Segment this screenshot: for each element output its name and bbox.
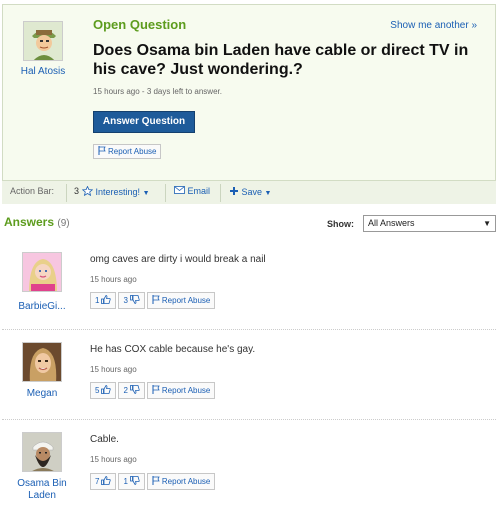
email-label: Email: [187, 186, 211, 196]
answer-time: 15 hours ago: [90, 455, 137, 464]
answer-author[interactable]: BarbieGi...: [8, 301, 76, 313]
question-meta: 15 hours ago - 3 days left to answer.: [93, 87, 222, 96]
answer-text: He has COX cable because he's gay.: [90, 344, 256, 355]
avatar-icon: [23, 433, 61, 471]
answer-item: Megan He has COX cable because he's gay.…: [2, 330, 496, 420]
vote-bar: 7 1 Report Abuse: [90, 473, 217, 490]
report-abuse-label: Report Abuse: [161, 386, 211, 395]
star-icon: [81, 185, 94, 197]
question-panel: Hal Atosis Open Question Show me another…: [2, 4, 496, 204]
flag-icon: [152, 476, 160, 485]
thumbs-down-button[interactable]: 1: [118, 473, 145, 490]
chevron-down-icon: ▼: [264, 190, 272, 197]
thumbs-down-count: 3: [123, 296, 128, 305]
avatar-icon: [23, 253, 61, 291]
save-button[interactable]: Save ▼: [229, 186, 271, 197]
answer-author[interactable]: Osama Bin Laden: [8, 478, 76, 502]
answer-author[interactable]: Megan: [8, 388, 76, 400]
email-button[interactable]: Email: [174, 186, 210, 196]
envelope-icon: [174, 186, 185, 194]
answer-time: 15 hours ago: [90, 275, 137, 284]
thumbs-down-count: 1: [123, 477, 128, 486]
divider: [66, 184, 67, 202]
show-filter-label: Show:: [327, 219, 354, 229]
flag-icon: [152, 295, 160, 304]
interesting-label: Interesting!: [95, 187, 141, 197]
report-abuse-label: Report Abuse: [108, 147, 157, 156]
thumbs-up-button[interactable]: 1: [90, 292, 117, 309]
show-filter-value: All Answers: [368, 218, 415, 228]
answer-question-button[interactable]: Answer Question: [93, 111, 195, 133]
thumbs-down-icon: [130, 295, 140, 304]
interesting-button[interactable]: Interesting! ▼: [81, 185, 150, 197]
thumbs-up-count: 5: [95, 386, 100, 395]
report-abuse-button[interactable]: Report Abuse: [146, 382, 216, 399]
thumbs-down-button[interactable]: 3: [118, 292, 145, 309]
action-bar: Action Bar: 3 Interesting! ▼ Email Save …: [2, 180, 496, 204]
answers-count: (9): [57, 218, 70, 229]
avatar-icon: [23, 343, 61, 381]
divider: [220, 184, 221, 202]
report-abuse-label: Report Abuse: [161, 296, 211, 305]
vote-bar: 5 2 Report Abuse: [90, 382, 217, 399]
asker-avatar[interactable]: [23, 21, 63, 61]
show-filter-select[interactable]: All Answers ▼: [363, 215, 496, 232]
answer-item: Osama Bin Laden Cable. 15 hours ago 7 1 …: [2, 420, 496, 512]
question-status-label: Open Question: [93, 17, 187, 32]
question-title: Does Osama bin Laden have cable or direc…: [93, 42, 469, 78]
report-abuse-button[interactable]: Report Abuse: [93, 144, 162, 159]
save-label: Save: [241, 187, 263, 197]
answer-text: Cable.: [90, 434, 119, 445]
show-another-link[interactable]: Show me another »: [390, 20, 477, 31]
answer-avatar[interactable]: [22, 342, 62, 382]
action-bar-label: Action Bar:: [10, 186, 55, 196]
thumbs-up-icon: [101, 295, 112, 304]
answer-item: BarbieGi... omg caves are dirty i would …: [2, 240, 496, 330]
flag-icon: [98, 146, 106, 155]
interesting-count: 3: [74, 186, 80, 196]
answer-avatar[interactable]: [22, 432, 62, 472]
thumbs-up-icon: [101, 476, 112, 485]
thumbs-down-icon: [130, 385, 140, 394]
thumbs-up-count: 1: [95, 296, 100, 305]
vote-bar: 1 3 Report Abuse: [90, 292, 217, 309]
chevron-down-icon: ▼: [483, 219, 491, 228]
divider: [165, 184, 166, 202]
plus-icon: [230, 187, 238, 195]
answer-avatar[interactable]: [22, 252, 62, 292]
thumbs-up-button[interactable]: 5: [90, 382, 117, 399]
thumbs-down-count: 2: [123, 386, 128, 395]
thumbs-down-icon: [130, 476, 140, 485]
report-abuse-button[interactable]: Report Abuse: [146, 473, 216, 490]
answers-heading: Answers (9): [4, 215, 70, 229]
thumbs-up-count: 7: [95, 477, 100, 486]
report-abuse-label: Report Abuse: [161, 477, 211, 486]
answer-time: 15 hours ago: [90, 365, 137, 374]
report-abuse-button[interactable]: Report Abuse: [146, 292, 216, 309]
asker-name[interactable]: Hal Atosis: [15, 66, 71, 77]
answer-text: omg caves are dirty i would break a nail: [90, 254, 266, 265]
answers-title: Answers: [4, 215, 55, 229]
thumbs-down-button[interactable]: 2: [118, 382, 145, 399]
thumbs-up-button[interactable]: 7: [90, 473, 117, 490]
thumbs-up-icon: [101, 385, 112, 394]
asker-block: Hal Atosis: [15, 21, 71, 77]
avatar-icon: [24, 22, 62, 60]
chevron-down-icon: ▼: [142, 190, 150, 197]
flag-icon: [152, 385, 160, 394]
